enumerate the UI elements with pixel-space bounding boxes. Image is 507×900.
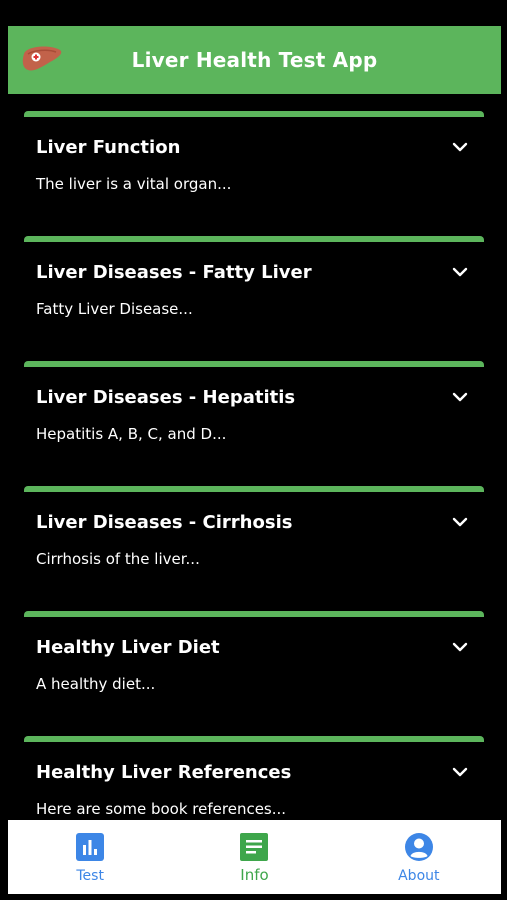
info-card[interactable]: Healthy Liver Diet A healthy diet...: [24, 611, 484, 736]
card-summary: A healthy diet...: [36, 675, 156, 693]
chevron-down-icon[interactable]: [452, 639, 468, 655]
info-card[interactable]: Healthy Liver References Here are some b…: [24, 736, 484, 820]
chevron-down-icon[interactable]: [452, 389, 468, 405]
info-card[interactable]: Liver Diseases - Cirrhosis Cirrhosis of …: [24, 486, 484, 611]
user-icon: [404, 833, 433, 861]
card-title: Liver Diseases - Cirrhosis: [36, 512, 293, 533]
tab-test[interactable]: Test: [10, 820, 170, 894]
info-card[interactable]: Liver Diseases - Hepatitis Hepatitis A, …: [24, 361, 484, 486]
bottom-tab-bar: Test Info About: [8, 820, 501, 894]
card-summary: Hepatitis A, B, C, and D...: [36, 425, 227, 443]
liver-icon: [22, 46, 62, 71]
tab-label: Test: [76, 868, 104, 884]
info-card[interactable]: Liver Diseases - Fatty Liver Fatty Liver…: [24, 236, 484, 361]
card-title: Liver Diseases - Hepatitis: [36, 387, 296, 408]
document-icon: [240, 833, 269, 861]
card-title: Healthy Liver References: [36, 762, 292, 783]
info-card[interactable]: Liver Function The liver is a vital orga…: [24, 111, 484, 236]
chevron-down-icon[interactable]: [452, 264, 468, 280]
chart-icon: [76, 833, 105, 861]
chevron-down-icon[interactable]: [452, 764, 468, 780]
tab-about[interactable]: About: [339, 820, 499, 894]
card-summary: Cirrhosis of the liver...: [36, 550, 200, 568]
card-summary: Fatty Liver Disease...: [36, 300, 193, 318]
card-summary: The liver is a vital organ...: [36, 175, 232, 193]
card-title: Liver Function: [36, 137, 181, 158]
card-summary: Here are some book references...: [36, 800, 287, 818]
chevron-down-icon[interactable]: [452, 514, 468, 530]
app-header: Liver Health Test App: [8, 26, 501, 94]
card-title: Healthy Liver Diet: [36, 637, 220, 658]
tab-label: About: [398, 868, 440, 884]
tab-label: Info: [240, 866, 269, 884]
chevron-down-icon[interactable]: [452, 139, 468, 155]
app-title: Liver Health Test App: [131, 48, 378, 72]
info-list[interactable]: Liver Function The liver is a vital orga…: [24, 111, 484, 820]
tab-info[interactable]: Info: [174, 820, 334, 894]
card-title: Liver Diseases - Fatty Liver: [36, 262, 312, 283]
